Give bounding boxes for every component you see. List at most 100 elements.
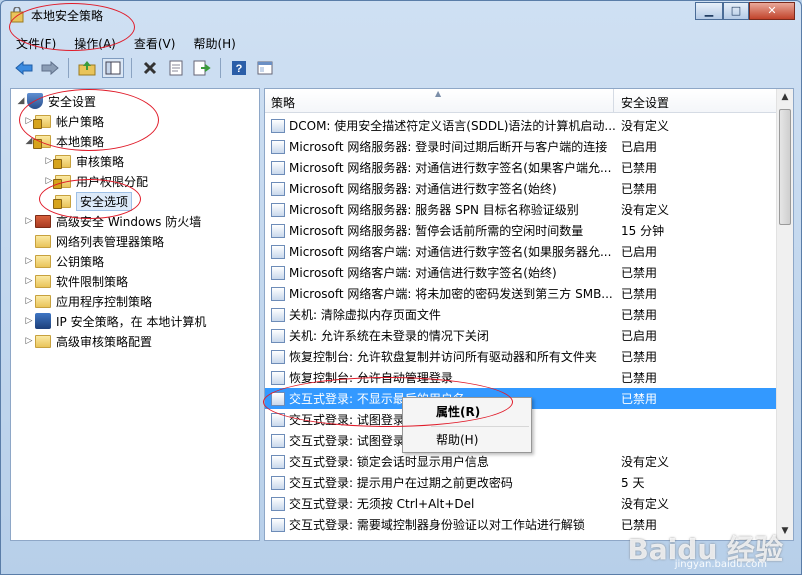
- policy-item-icon: [271, 265, 285, 280]
- policy-setting: 15 分钟: [621, 224, 665, 238]
- menu-view[interactable]: 查看(V): [125, 33, 185, 54]
- menu-help[interactable]: 帮助(H): [184, 33, 244, 54]
- policy-name: Microsoft 网络服务器: 暂停会话前所需的空闲时间数量: [289, 224, 584, 238]
- column-header-policy[interactable]: 策略: [271, 94, 295, 111]
- tree-pane[interactable]: ◢ 安全设置 ▷ 帐户策略 ◢ 本地策略 ▷ 审核策略 ▷ 用户权限分配 安全选…: [10, 88, 260, 541]
- vertical-scrollbar[interactable]: ▲ ▼: [776, 89, 793, 540]
- policy-item-icon: [271, 496, 285, 511]
- tree-item-label: IP 安全策略，在 本地计算机: [56, 314, 207, 329]
- collapsed-arrow-icon[interactable]: ▷: [23, 316, 35, 326]
- column-header-setting[interactable]: 安全设置: [621, 94, 669, 111]
- maximize-button[interactable]: □: [723, 2, 749, 20]
- help-icon[interactable]: ?: [228, 58, 250, 78]
- table-row[interactable]: Microsoft 网络服务器: 对通信进行数字签名(如果客户端允... 已禁用: [265, 157, 778, 178]
- table-row[interactable]: Microsoft 网络服务器: 暂停会话前所需的空闲时间数量 15 分钟: [265, 220, 778, 241]
- ipsec-icon: [35, 313, 51, 329]
- policy-name: 交互式登录: 需要域控制器身份验证以对工作站进行解锁: [289, 518, 585, 532]
- toolbar: ?: [7, 54, 797, 82]
- svg-text:?: ?: [236, 63, 243, 75]
- annotation-ellipse: [9, 3, 135, 51]
- table-row[interactable]: Microsoft 网络服务器: 对通信进行数字签名(始终) 已禁用: [265, 178, 778, 199]
- scroll-up-icon[interactable]: ▲: [777, 89, 793, 106]
- tree-item-public-key[interactable]: ▷ 公钥策略: [23, 251, 104, 271]
- table-row[interactable]: 交互式登录: 无须按 Ctrl+Alt+Del 没有定义: [265, 493, 778, 514]
- collapsed-arrow-icon[interactable]: ▷: [23, 296, 35, 306]
- table-row[interactable]: 交互式登录: 提示用户在过期之前更改密码 5 天: [265, 472, 778, 493]
- policy-setting: 已禁用: [621, 308, 658, 322]
- toolbar-separator: [68, 58, 69, 78]
- table-row[interactable]: Microsoft 网络客户端: 将未加密的密码发送到第三方 SMB... 已禁用: [265, 283, 778, 304]
- tree-item-ipsec[interactable]: ▷ IP 安全策略，在 本地计算机: [23, 311, 206, 331]
- table-row[interactable]: 关机: 允许系统在未登录的情况下关闭 已启用: [265, 325, 778, 346]
- lock-folder-icon: [53, 154, 71, 169]
- annotation-ellipse: [39, 179, 141, 219]
- scroll-thumb[interactable]: [779, 109, 791, 225]
- tree-item-label: 审核策略: [76, 154, 125, 169]
- tree-item-advanced-audit[interactable]: ▷ 高级审核策略配置: [23, 331, 152, 351]
- policy-name: Microsoft 网络服务器: 登录时间过期后断开与客户端的连接: [289, 140, 608, 154]
- folder-icon: [35, 294, 51, 308]
- policy-setting: 已启用: [621, 140, 658, 154]
- policy-item-icon: [271, 202, 285, 217]
- close-button[interactable]: ✕: [749, 2, 795, 20]
- tree-item-label: 公钥策略: [56, 254, 105, 269]
- policy-item-icon: [271, 349, 285, 364]
- annotation-ellipse: [19, 89, 159, 151]
- policy-setting: 已禁用: [621, 182, 658, 196]
- tree-item-network-list[interactable]: 网络列表管理器策略: [35, 231, 164, 251]
- policy-name: DCOM: 使用安全描述符定义语言(SDDL)语法的计算机启动...: [289, 119, 616, 133]
- console-icon[interactable]: [254, 58, 276, 78]
- tree-item-label: 软件限制策略: [56, 274, 129, 289]
- main-window: 本地安全策略 ▁ □ ✕ 文件(F) 操作(A) 查看(V) 帮助(H) ? ◢…: [0, 0, 802, 575]
- show-tree-icon[interactable]: [102, 58, 124, 78]
- policy-name: Microsoft 网络客户端: 将未加密的密码发送到第三方 SMB...: [289, 287, 613, 301]
- forward-arrow-icon[interactable]: [39, 58, 61, 78]
- policy-setting: 已禁用: [621, 266, 658, 280]
- folder-icon: [35, 234, 51, 248]
- policy-item-icon: [271, 307, 285, 322]
- context-help[interactable]: 帮助(H): [406, 429, 528, 451]
- policy-list-pane[interactable]: ▲ 策略 安全设置 DCOM: 使用安全描述符定义语言(SDDL)语法的计算机启…: [264, 88, 794, 541]
- policy-name: 交互式登录: 提示用户在过期之前更改密码: [289, 476, 513, 490]
- collapsed-arrow-icon[interactable]: ▷: [23, 216, 35, 226]
- policy-name: 交互式登录: 无须按 Ctrl+Alt+Del: [289, 497, 475, 511]
- policy-item-icon: [271, 160, 285, 175]
- list-header: ▲ 策略 安全设置: [265, 89, 778, 113]
- policy-name: 恢复控制台: 允许软盘复制并访问所有驱动器和所有文件夹: [289, 350, 597, 364]
- folder-icon: [35, 334, 51, 348]
- policy-item-icon: [271, 223, 285, 238]
- expanded-arrow-icon[interactable]: ◢: [15, 96, 27, 106]
- table-row[interactable]: DCOM: 使用安全描述符定义语言(SDDL)语法的计算机启动... 没有定义: [265, 115, 778, 136]
- policy-name: Microsoft 网络客户端: 对通信进行数字签名(始终): [289, 266, 557, 280]
- policy-item-icon: [271, 118, 285, 133]
- collapsed-arrow-icon[interactable]: ▷: [23, 336, 35, 346]
- watermark-url: jingyan.baidu.com: [674, 559, 767, 570]
- policy-setting: 已启用: [621, 245, 658, 259]
- properties-icon[interactable]: [165, 58, 187, 78]
- tree-item-app-control[interactable]: ▷ 应用程序控制策略: [23, 291, 152, 311]
- tree-item-software-restriction[interactable]: ▷ 软件限制策略: [23, 271, 128, 291]
- table-row[interactable]: Microsoft 网络服务器: 服务器 SPN 目标名称验证级别 没有定义: [265, 199, 778, 220]
- table-row[interactable]: Microsoft 网络服务器: 登录时间过期后断开与客户端的连接 已启用: [265, 136, 778, 157]
- up-folder-icon[interactable]: [76, 58, 98, 78]
- policy-name: 关机: 允许系统在未登录的情况下关闭: [289, 329, 489, 343]
- export-icon[interactable]: [191, 58, 213, 78]
- table-row[interactable]: Microsoft 网络客户端: 对通信进行数字签名(始终) 已禁用: [265, 262, 778, 283]
- table-row[interactable]: 恢复控制台: 允许软盘复制并访问所有驱动器和所有文件夹 已禁用: [265, 346, 778, 367]
- delete-icon[interactable]: [139, 58, 161, 78]
- table-row[interactable]: 关机: 清除虚拟内存页面文件 已禁用: [265, 304, 778, 325]
- policy-item-icon: [271, 244, 285, 259]
- policy-setting: 已禁用: [621, 287, 658, 301]
- minimize-button[interactable]: ▁: [695, 2, 723, 20]
- table-row[interactable]: 交互式登录: 锁定会话时显示用户信息 没有定义: [265, 451, 778, 472]
- collapsed-arrow-icon[interactable]: ▷: [23, 276, 35, 286]
- collapsed-arrow-icon[interactable]: ▷: [23, 256, 35, 266]
- policy-setting: 已禁用: [621, 392, 658, 406]
- policy-setting: 没有定义: [621, 455, 670, 469]
- policy-name: Microsoft 网络服务器: 服务器 SPN 目标名称验证级别: [289, 203, 579, 217]
- column-divider[interactable]: [613, 89, 614, 113]
- table-row[interactable]: Microsoft 网络客户端: 对通信进行数字签名(如果服务器允... 已启用: [265, 241, 778, 262]
- tree-item-audit-policy[interactable]: ▷ 审核策略: [43, 151, 124, 171]
- back-arrow-icon[interactable]: [13, 58, 35, 78]
- policy-item-icon: [271, 370, 285, 385]
